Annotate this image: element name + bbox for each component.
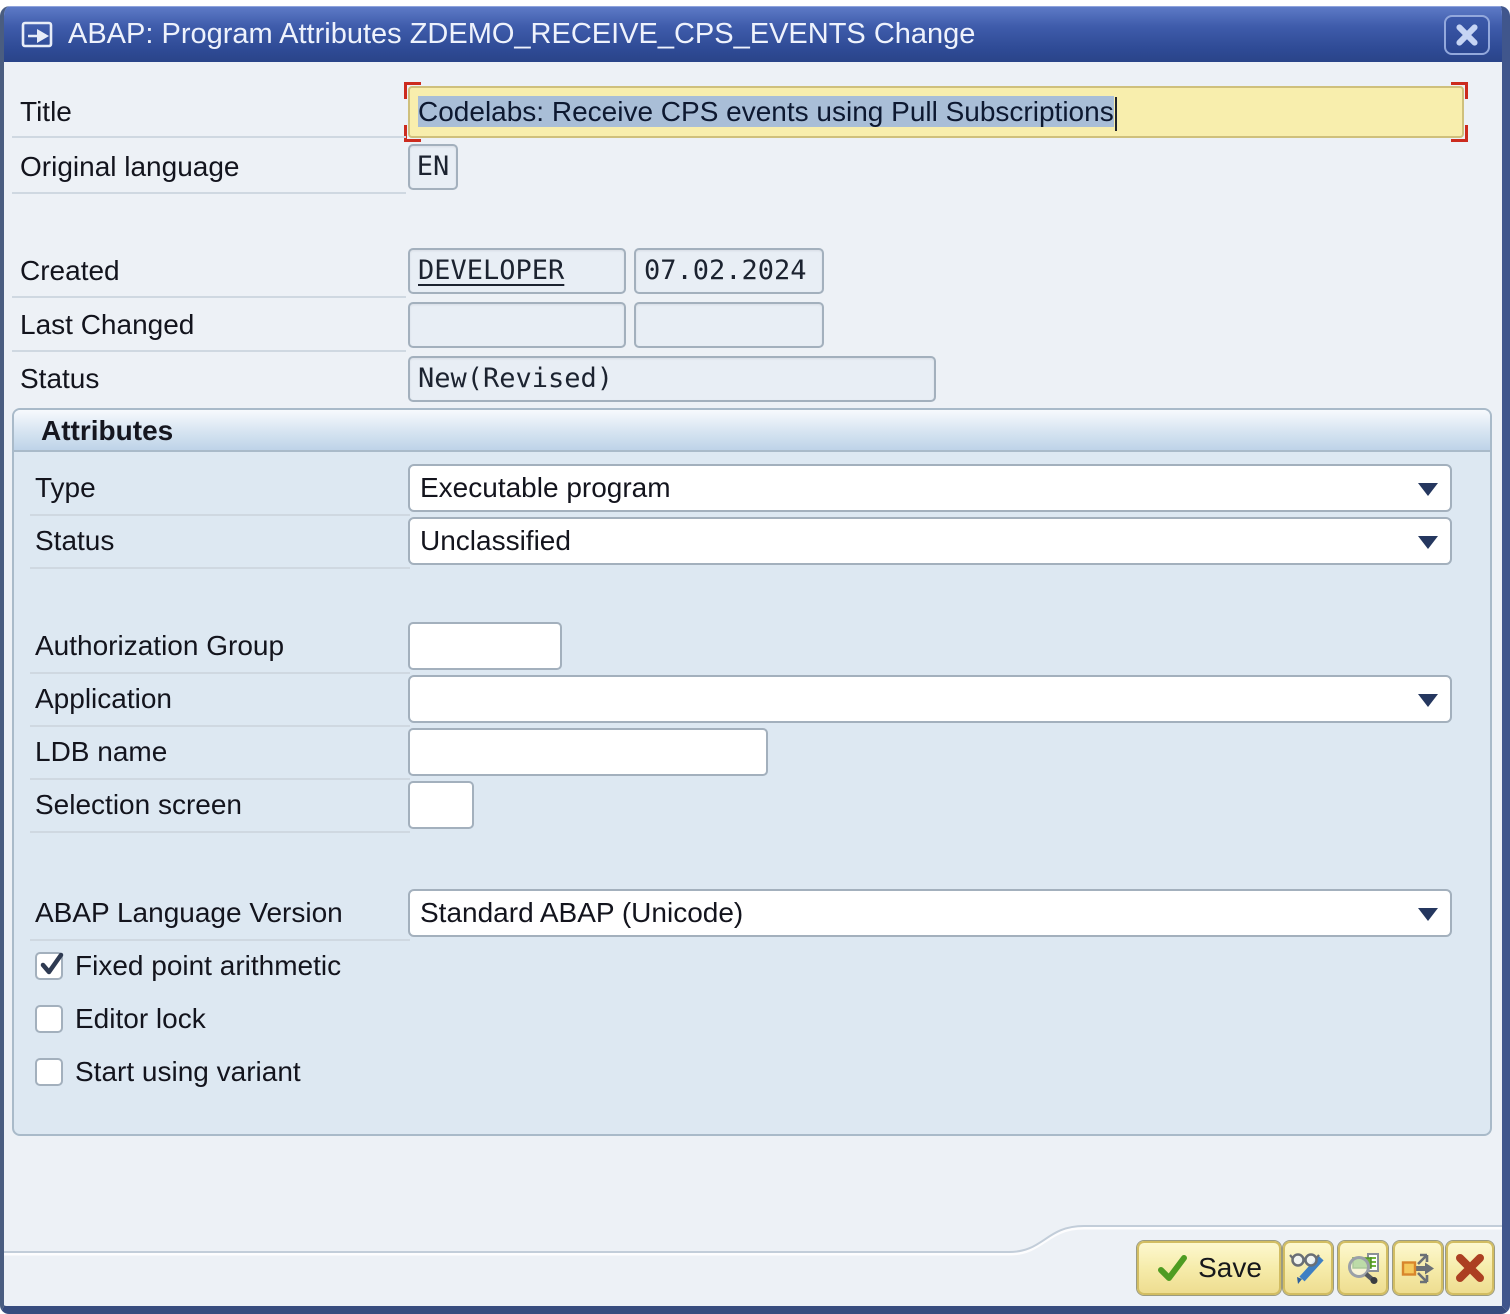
abap-language-version-label: ABAP Language Version [35,889,343,937]
abap-language-version-value: Standard ABAP (Unicode) [420,897,743,928]
focus-corner-icon [404,125,421,142]
dropdown-arrow-icon [1418,483,1438,496]
application-label: Application [35,675,172,723]
row-separator [30,939,410,941]
row-separator [30,778,410,780]
attr-status-dropdown-value: Unclassified [420,525,571,556]
close-button[interactable] [1444,15,1490,55]
title-label: Title [20,86,72,138]
save-button-label: Save [1198,1252,1262,1284]
fixed-point-arithmetic-label: Fixed point arithmetic [75,950,341,982]
row-separator [30,831,410,833]
selection-screen-input[interactable] [408,781,474,829]
save-button[interactable]: Save [1137,1241,1281,1295]
created-user-field[interactable]: DEVELOPER [408,248,626,294]
fixed-point-arithmetic-row[interactable]: Fixed point arithmetic [35,950,341,982]
focus-corner-icon [1451,82,1468,99]
authorization-group-label: Authorization Group [35,622,284,670]
created-label: Created [20,248,120,294]
authorization-group-input[interactable] [408,622,562,670]
row-separator [12,192,406,194]
branching-arrows-icon [1400,1250,1436,1286]
last-changed-date-field[interactable] [634,302,824,348]
cancel-x-icon [1453,1251,1487,1285]
title-input-value: Codelabs: Receive CPS events using Pull … [418,96,1114,127]
editor-lock-row[interactable]: Editor lock [35,1003,206,1035]
dropdown-arrow-icon [1418,694,1438,707]
type-dropdown[interactable]: Executable program [408,464,1452,512]
attr-status-dropdown[interactable]: Unclassified [408,517,1452,565]
selection-screen-label: Selection screen [35,781,242,829]
title-input[interactable]: Codelabs: Receive CPS events using Pull … [408,86,1464,138]
save-check-icon [1156,1252,1188,1284]
checkmark-icon [35,948,69,982]
focus-corner-icon [404,82,421,99]
application-dropdown[interactable] [408,675,1452,723]
start-using-variant-checkbox[interactable] [35,1058,63,1086]
transport-button[interactable] [1393,1241,1443,1295]
magnifier-list-icon [1344,1249,1382,1287]
close-icon [1454,22,1480,48]
attr-status-label: Status [35,517,114,565]
dropdown-arrow-icon [1418,908,1438,921]
editor-lock-label: Editor lock [75,1003,206,1035]
row-separator [30,725,410,727]
abap-program-attributes-dialog: ABAP: Program Attributes ZDEMO_RECEIVE_C… [0,6,1510,1314]
dialog-content: Title Codelabs: Receive CPS events using… [4,62,1502,1306]
type-label: Type [35,464,96,512]
last-changed-user-field[interactable] [408,302,626,348]
fixed-point-arithmetic-checkbox[interactable] [35,952,63,980]
screen: ABAP: Program Attributes ZDEMO_RECEIVE_C… [0,0,1510,1314]
text-caret [1115,97,1117,131]
dialog-title: ABAP: Program Attributes ZDEMO_RECEIVE_C… [68,7,975,63]
ldb-name-label: LDB name [35,728,167,776]
last-changed-label: Last Changed [20,302,194,348]
original-language-field[interactable]: EN [408,144,458,190]
check-object-button[interactable] [1338,1241,1388,1295]
display-change-button[interactable] [1283,1241,1333,1295]
status-label: Status [20,356,99,402]
cancel-button[interactable] [1446,1241,1494,1295]
editor-lock-checkbox[interactable] [35,1005,63,1033]
dialog-titlebar[interactable]: ABAP: Program Attributes ZDEMO_RECEIVE_C… [4,6,1502,62]
row-separator [30,514,410,516]
row-separator [12,350,406,352]
dropdown-arrow-icon [1418,536,1438,549]
row-separator [30,672,410,674]
row-separator [12,296,406,298]
row-separator [12,136,406,138]
focus-corner-icon [1451,125,1468,142]
abap-language-version-dropdown[interactable]: Standard ABAP (Unicode) [408,889,1452,937]
ldb-name-input[interactable] [408,728,768,776]
attributes-group-header: Attributes [14,410,1490,452]
type-dropdown-value: Executable program [420,472,671,503]
dialog-screen-icon [20,18,60,52]
row-separator [30,567,410,569]
start-using-variant-row[interactable]: Start using variant [35,1056,301,1088]
status-field[interactable]: New(Revised) [408,356,936,402]
created-date-field[interactable]: 07.02.2024 [634,248,824,294]
glasses-pencil-icon [1289,1249,1327,1287]
original-language-label: Original language [20,144,240,190]
start-using-variant-label: Start using variant [75,1056,301,1088]
